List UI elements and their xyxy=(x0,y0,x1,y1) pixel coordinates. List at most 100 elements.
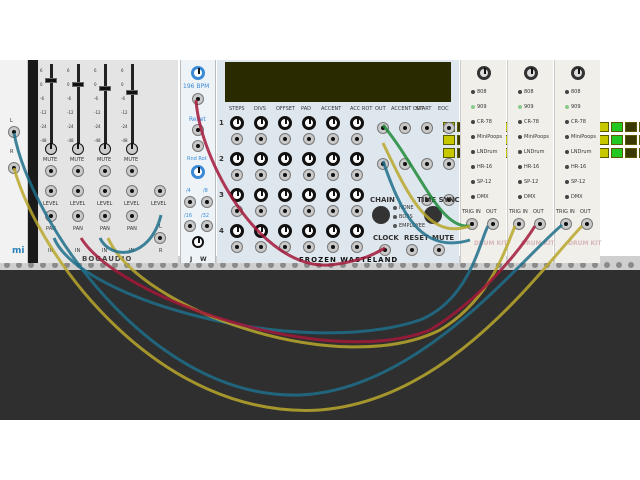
seq-cv-jack[interactable] xyxy=(327,205,339,217)
left-out-l-jack[interactable] xyxy=(8,126,20,138)
ratio-16-jack[interactable] xyxy=(184,220,196,232)
trig-in-jack[interactable] xyxy=(560,218,572,230)
seq-cv-jack[interactable] xyxy=(327,169,339,181)
clock-jack-2[interactable] xyxy=(192,140,204,152)
seq-param-knob[interactable] xyxy=(350,188,364,202)
seq-cv-jack[interactable] xyxy=(303,133,315,145)
seq-param-knob[interactable] xyxy=(326,152,340,166)
audio-out-jack[interactable] xyxy=(487,218,499,230)
seq-param-knob[interactable] xyxy=(302,188,316,202)
audio-out-jack[interactable] xyxy=(581,218,593,230)
small-knob[interactable] xyxy=(192,236,204,248)
step-cell[interactable] xyxy=(611,122,623,132)
ratio-4-jack[interactable] xyxy=(184,196,196,208)
seq-output-jack[interactable] xyxy=(421,122,433,134)
pan-cv-jack[interactable] xyxy=(126,210,138,222)
seq-cv-jack[interactable] xyxy=(303,169,315,181)
pan-cv-jack[interactable] xyxy=(45,210,57,222)
fader-track[interactable] xyxy=(50,64,53,144)
chain-switch[interactable] xyxy=(372,206,390,224)
seq-cv-jack[interactable] xyxy=(279,241,291,253)
drumkit-model-knob[interactable] xyxy=(571,66,585,80)
seq-cv-jack[interactable] xyxy=(327,241,339,253)
seq-cv-jack[interactable] xyxy=(351,133,363,145)
step-cell[interactable] xyxy=(625,148,637,158)
seq-cv-jack[interactable] xyxy=(231,133,243,145)
fader-cap[interactable] xyxy=(72,82,84,87)
step-cell[interactable] xyxy=(611,148,623,158)
ratio-32-jack[interactable] xyxy=(201,220,213,232)
drumkit-model-knob[interactable] xyxy=(524,66,538,80)
seq-param-knob[interactable] xyxy=(254,224,268,238)
trig-in-jack[interactable] xyxy=(466,218,478,230)
seq-clock-jack[interactable] xyxy=(379,244,391,256)
mute-cv-jack[interactable] xyxy=(99,165,111,177)
seq-param-knob[interactable] xyxy=(350,152,364,166)
pan-cv-jack[interactable] xyxy=(99,210,111,222)
seq-cv-jack[interactable] xyxy=(231,169,243,181)
seq-param-knob[interactable] xyxy=(302,152,316,166)
seq-param-knob[interactable] xyxy=(350,116,364,130)
mute-button[interactable] xyxy=(72,143,84,155)
seq-output-jack[interactable] xyxy=(443,122,455,134)
seq-cv-jack[interactable] xyxy=(303,241,315,253)
seq-param-knob[interactable] xyxy=(254,152,268,166)
seq-output-jack[interactable] xyxy=(399,158,411,170)
mute-button[interactable] xyxy=(99,143,111,155)
seq-param-knob[interactable] xyxy=(278,116,292,130)
seq-cv-jack[interactable] xyxy=(351,205,363,217)
seq-output-jack[interactable] xyxy=(443,158,455,170)
reset-jack[interactable] xyxy=(192,124,204,136)
seq-param-knob[interactable] xyxy=(350,224,364,238)
seq-cv-jack[interactable] xyxy=(255,169,267,181)
seq-output-jack[interactable] xyxy=(399,122,411,134)
seq-param-knob[interactable] xyxy=(278,188,292,202)
seq-param-knob[interactable] xyxy=(230,116,244,130)
seq-param-knob[interactable] xyxy=(302,224,316,238)
seq-cv-jack[interactable] xyxy=(255,205,267,217)
seq-output-jack[interactable] xyxy=(377,158,389,170)
rnd-rot-knob[interactable] xyxy=(191,165,205,179)
seq-cv-jack[interactable] xyxy=(231,205,243,217)
fader-track[interactable] xyxy=(77,64,80,144)
step-cell[interactable] xyxy=(443,135,455,145)
clock-out-jack[interactable] xyxy=(192,93,204,105)
seq-cv-jack[interactable] xyxy=(255,241,267,253)
time-sync-switch[interactable] xyxy=(424,206,442,224)
seq-cv-jack[interactable] xyxy=(327,133,339,145)
seq-cv-jack[interactable] xyxy=(255,133,267,145)
seq-param-knob[interactable] xyxy=(278,152,292,166)
mute-button[interactable] xyxy=(45,143,57,155)
seq-param-knob[interactable] xyxy=(230,224,244,238)
fader-track[interactable] xyxy=(131,64,134,144)
seq-output-jack[interactable] xyxy=(377,122,389,134)
fader-cap[interactable] xyxy=(126,90,138,95)
seq-param-knob[interactable] xyxy=(326,224,340,238)
seq-cv-jack[interactable] xyxy=(279,205,291,217)
mute-cv-jack[interactable] xyxy=(72,165,84,177)
mute-cv-jack[interactable] xyxy=(126,165,138,177)
step-cell[interactable] xyxy=(443,148,455,158)
step-cell[interactable] xyxy=(611,135,623,145)
seq-param-knob[interactable] xyxy=(254,116,268,130)
level-cv-jack[interactable] xyxy=(72,185,84,197)
seq-output-jack[interactable] xyxy=(421,158,433,170)
drumkit-model-knob[interactable] xyxy=(477,66,491,80)
seq-cv-jack[interactable] xyxy=(351,169,363,181)
left-out-r-jack[interactable] xyxy=(8,162,20,174)
fader-track[interactable] xyxy=(104,64,107,144)
seq-param-knob[interactable] xyxy=(254,188,268,202)
seq-cv-jack[interactable] xyxy=(303,205,315,217)
seq-cv-jack[interactable] xyxy=(279,169,291,181)
level-cv-jack[interactable] xyxy=(99,185,111,197)
seq-param-knob[interactable] xyxy=(326,116,340,130)
step-cell[interactable] xyxy=(625,135,637,145)
trig-in-jack[interactable] xyxy=(513,218,525,230)
seq-param-knob[interactable] xyxy=(302,116,316,130)
master-r-jack[interactable] xyxy=(154,232,166,244)
fader-cap[interactable] xyxy=(99,86,111,91)
seq-param-knob[interactable] xyxy=(230,152,244,166)
seq-cv-jack[interactable] xyxy=(351,241,363,253)
seq-cv-jack[interactable] xyxy=(279,133,291,145)
master-mute-jack[interactable] xyxy=(154,185,166,197)
